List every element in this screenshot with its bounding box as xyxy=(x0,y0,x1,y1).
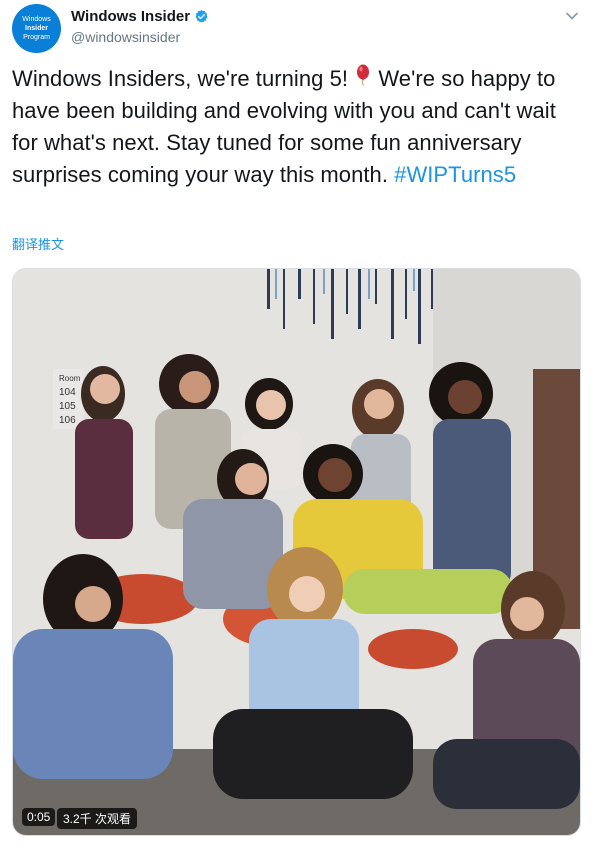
avatar-line-1: Windows xyxy=(22,16,51,23)
avatar[interactable]: Windows Insider Program xyxy=(12,4,61,53)
tweet-text: Windows Insiders, we're turning 5! We're… xyxy=(12,63,587,191)
room-sign-text: Room xyxy=(59,374,81,383)
room-sign-number-1: 104 xyxy=(59,387,76,398)
avatar-line-2: Insider xyxy=(25,25,48,32)
display-name[interactable]: Windows Insider xyxy=(71,8,190,25)
avatar-line-3: Program xyxy=(23,34,50,41)
chevron-down-icon[interactable] xyxy=(564,8,580,24)
verified-badge-icon xyxy=(195,9,208,23)
author-name-row: Windows Insider xyxy=(71,8,209,25)
translate-tweet-link[interactable]: 翻译推文 xyxy=(12,234,64,253)
video-player[interactable]: Room 104 105 106 xyxy=(12,268,581,836)
video-timestamp: 0:05 xyxy=(22,808,56,826)
user-handle[interactable]: @windowsinsider xyxy=(71,29,180,45)
video-frame-image: Room 104 105 106 xyxy=(13,269,580,835)
balloon-icon xyxy=(357,64,370,86)
tweet-text-part-1: Windows Insiders, we're turning 5! xyxy=(12,66,355,91)
video-view-count: 3.2千 次观看 xyxy=(57,808,138,829)
room-sign-number-3: 106 xyxy=(59,415,76,426)
room-sign-number-2: 105 xyxy=(59,401,76,412)
hashtag-link[interactable]: #WIPTurns5 xyxy=(394,162,516,187)
